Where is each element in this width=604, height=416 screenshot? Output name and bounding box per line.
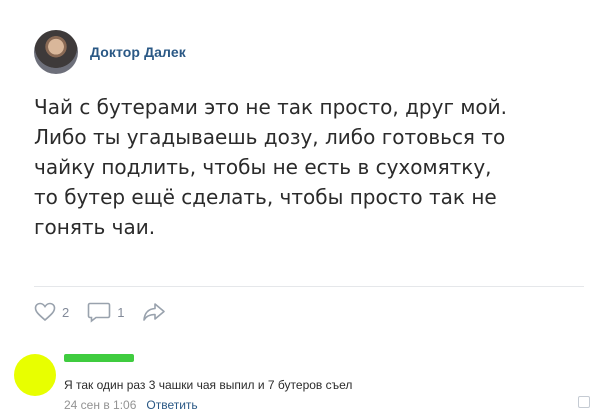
author-avatar[interactable] xyxy=(34,30,78,74)
post-actions: 2 1 xyxy=(34,298,166,326)
post-card: Доктор Далек Чай с бутерами это не так п… xyxy=(0,0,604,416)
comment-icon xyxy=(87,301,111,323)
heart-icon xyxy=(34,302,56,322)
post-text: Чай с бутерами это не так просто, друг м… xyxy=(34,95,508,239)
divider xyxy=(34,286,584,287)
comment-date[interactable]: 24 сен в 1:06 xyxy=(64,398,136,412)
reply-button[interactable]: Ответить xyxy=(146,398,197,412)
author-name[interactable]: Доктор Далек xyxy=(90,44,186,60)
comment-author-redacted xyxy=(64,354,134,362)
post-header: Доктор Далек xyxy=(34,26,186,78)
share-button[interactable] xyxy=(142,302,166,322)
comment-block: Я так один раз 3 чашки чая выпил и 7 бут… xyxy=(0,340,604,416)
comment-count: 1 xyxy=(117,304,125,320)
share-icon xyxy=(142,302,166,322)
like-comment-icon[interactable] xyxy=(578,396,590,408)
comment-meta: 24 сен в 1:06 Ответить xyxy=(64,398,198,412)
like-button[interactable]: 2 xyxy=(34,302,69,322)
comment-avatar[interactable] xyxy=(14,354,56,396)
like-count: 2 xyxy=(62,304,70,320)
comment-button[interactable]: 1 xyxy=(87,301,124,323)
comment-text: Я так один раз 3 чашки чая выпил и 7 бут… xyxy=(64,378,353,392)
